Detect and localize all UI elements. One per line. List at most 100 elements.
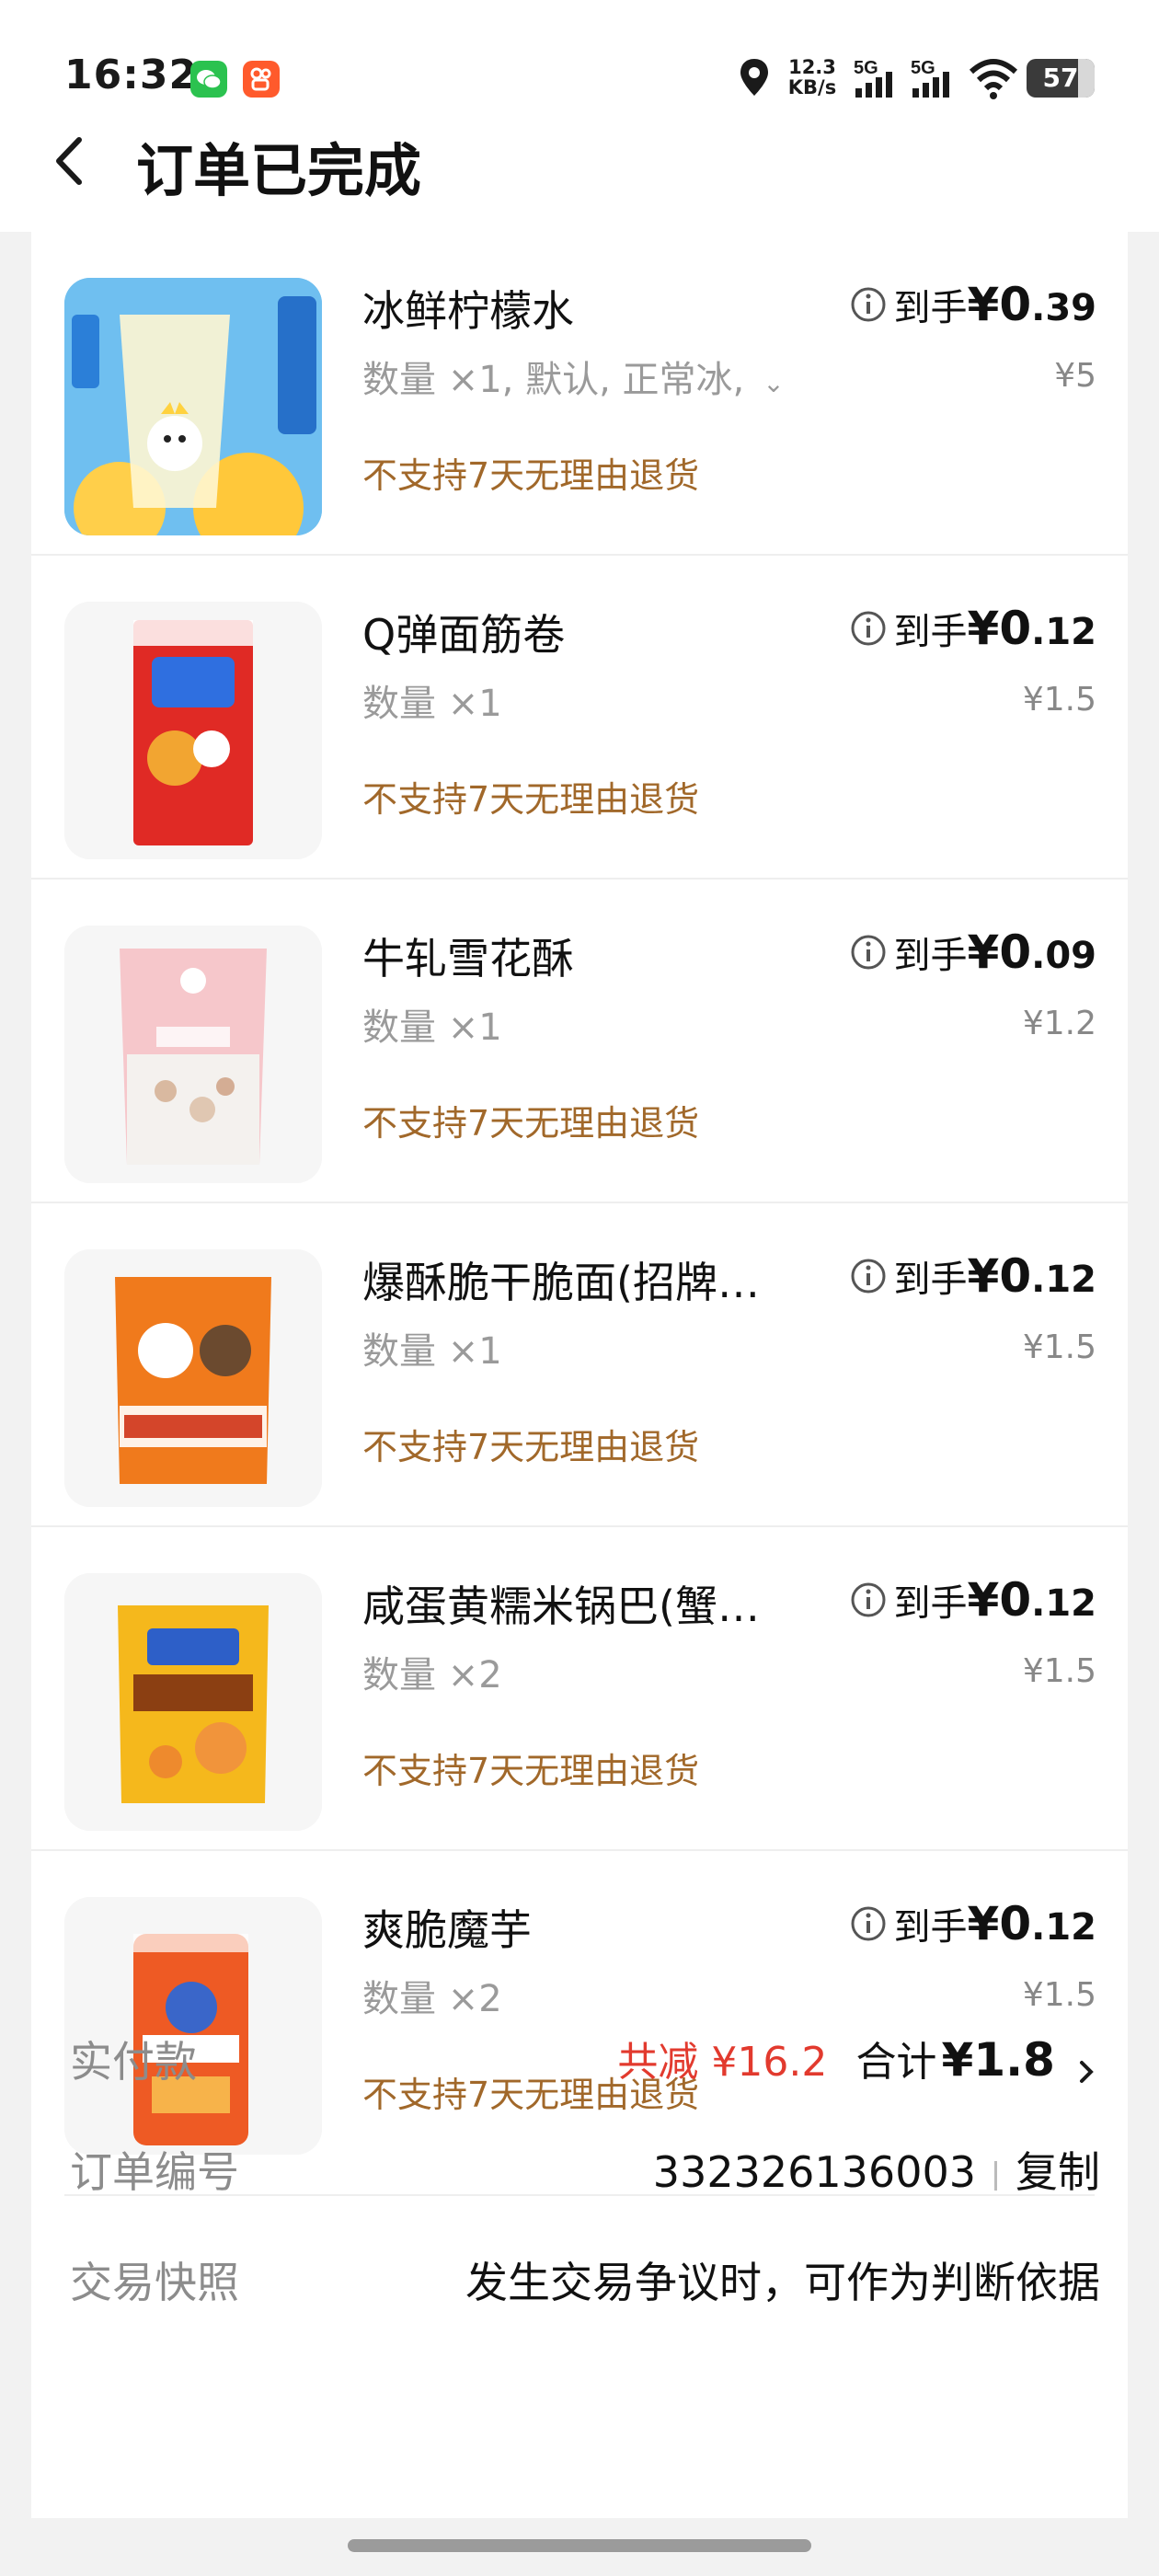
info-icon[interactable] [850,1905,887,1942]
snapshot-label: 交易快照 [70,2258,239,2307]
info-icon[interactable] [850,610,887,647]
sig2-label: 5G [911,58,935,78]
final-price: 到手¥0.12 [850,1573,1096,1628]
order-card: 冰鲜柠檬水 数量 ×1, 默认, 正常冰, ⌄ 不支持7天无理由退货 到手¥0.3… [31,232,1128,2518]
product-quantity: 数量 ×1 [362,1006,502,1049]
final-price: 到手¥0.12 [850,1897,1096,1952]
product-name: Q弹面筋卷 [362,610,566,660]
final-price-label: 到手 [893,1906,968,1949]
price-dec: .12 [1031,1259,1096,1301]
product-quantity: 数量 ×1 [362,1330,502,1373]
final-price-label: 到手 [893,287,968,329]
currency: ¥ [967,926,1000,979]
total-value: ¥1.8 [941,2033,1055,2087]
info-icon[interactable] [850,1581,887,1618]
original-price: ¥1.5 [1022,681,1096,719]
quantity-text: 数量 ×1, 默认, 正常冰, [362,359,745,401]
price-int: 0 [999,602,1032,655]
return-policy: 不支持7天无理由退货 [362,1103,700,1144]
price-int: 0 [999,278,1032,331]
wifi-icon [968,53,1019,105]
product-quantity: 数量 ×1 [362,683,502,725]
final-price-label: 到手 [893,935,968,977]
product-name: 爽脆魔芋 [362,1905,532,1955]
price-dec: .09 [1031,935,1096,977]
info-icon[interactable] [850,286,887,323]
order-item[interactable]: 咸蛋黄糯米锅巴(蟹… 数量 ×2 不支持7天无理由退货 到手¥0.12 ¥1.5 [31,1527,1128,1851]
net-speed: 12.3 KB/s [787,57,837,109]
product-quantity: 数量 ×2 [362,1978,502,2020]
back-arrow-icon[interactable] [52,129,88,193]
product-name: 咸蛋黄糯米锅巴(蟹… [362,1581,760,1631]
info-icon[interactable] [850,1258,887,1294]
order-item[interactable]: 爆酥脆干脆面(招牌… 数量 ×1 不支持7天无理由退货 到手¥0.12 ¥1.5 [31,1203,1128,1527]
page-title: 订单已完成 [136,137,422,204]
currency: ¥ [967,1897,1000,1950]
product-image[interactable] [64,278,322,535]
net-speed-value: 12.3 [788,56,836,78]
sig1-label: 5G [854,58,878,78]
chevron-right-icon[interactable] [1073,2053,1100,2090]
price-int: 0 [999,1573,1032,1627]
final-price: 到手¥0.09 [850,926,1096,981]
battery-indicator: 57 [1027,59,1095,98]
currency: ¥ [967,1573,1000,1627]
snapshot-row[interactable]: 交易快照 发生交易争议时，可作为判断依据 [70,2249,1100,2323]
price-dec: .12 [1031,1906,1096,1949]
wechat-icon [190,61,227,98]
chevron-down-icon[interactable]: ⌄ [763,368,784,398]
home-indicator[interactable] [348,2539,811,2552]
product-image[interactable] [64,1249,322,1507]
total-discount: 共减 ¥16.2 [617,2039,828,2086]
order-item[interactable]: 爽脆魔芋 数量 ×2 不支持7天无理由退货 到手¥0.12 ¥1.5 [31,1851,1128,2155]
product-quantity: 数量 ×2 [362,1654,502,1696]
snapshot-description[interactable]: 发生交易争议时，可作为判断依据 [465,2249,1100,2310]
return-policy: 不支持7天无理由退货 [362,455,700,496]
info-icon[interactable] [850,934,887,971]
original-price: ¥1.5 [1022,1652,1096,1690]
order-item[interactable]: 牛轧雪花酥 数量 ×1 不支持7天无理由退货 到手¥0.09 ¥1.2 [31,880,1128,1203]
signal-icon: 5G [852,53,907,105]
paid-label: 实付款 [70,2037,197,2087]
return-policy: 不支持7天无理由退货 [362,779,700,820]
final-price: 到手¥0.12 [850,602,1096,657]
total-label: 合计 [855,2039,937,2086]
signal-icon: 5G [909,53,964,105]
product-name: 冰鲜柠檬水 [362,286,574,336]
currency: ¥ [967,278,1000,331]
battery-level: 57 [1042,63,1079,93]
product-image[interactable] [64,1897,322,2155]
original-price: ¥1.5 [1022,1328,1096,1366]
paid-row[interactable]: 实付款 共减 ¥16.2 合计 ¥1.8 [70,2029,1100,2102]
product-image[interactable] [64,602,322,859]
status-bar: 16:32 12.3 KB/s 5G 5G 57 [0,0,1159,138]
return-policy: 不支持7天无理由退货 [362,1427,700,1467]
price-int: 0 [999,926,1032,979]
location-icon [736,53,773,105]
separator [994,2160,997,2191]
copy-button[interactable]: 复制 [1016,2147,1100,2197]
price-dec: .39 [1031,287,1096,329]
product-image[interactable] [64,1573,322,1831]
kuaishou-icon [243,61,280,98]
paid-summary[interactable]: 共减 ¥16.2 合计 ¥1.8 [617,2029,1100,2090]
order-number: 332326136003 [652,2147,976,2197]
final-price-label: 到手 [893,1259,968,1301]
original-price: ¥5 [1054,357,1096,395]
final-price: 到手¥0.12 [850,1249,1096,1305]
product-image[interactable] [64,926,322,1183]
final-price-label: 到手 [893,1582,968,1625]
price-int: 0 [999,1897,1032,1950]
final-price: 到手¥0.39 [850,278,1096,333]
order-item[interactable]: Q弹面筋卷 数量 ×1 不支持7天无理由退货 到手¥0.12 ¥1.5 [31,556,1128,880]
original-price: ¥1.5 [1022,1976,1096,2014]
currency: ¥ [967,602,1000,655]
product-name: 爆酥脆干脆面(招牌… [362,1258,760,1307]
order-item[interactable]: 冰鲜柠檬水 数量 ×1, 默认, 正常冰, ⌄ 不支持7天无理由退货 到手¥0.3… [31,232,1128,556]
return-policy: 不支持7天无理由退货 [362,1751,700,1791]
order-number-label: 订单编号 [70,2147,239,2197]
original-price: ¥1.2 [1022,1005,1096,1042]
currency: ¥ [967,1249,1000,1303]
final-price-label: 到手 [893,611,968,653]
product-name: 牛轧雪花酥 [362,934,574,983]
